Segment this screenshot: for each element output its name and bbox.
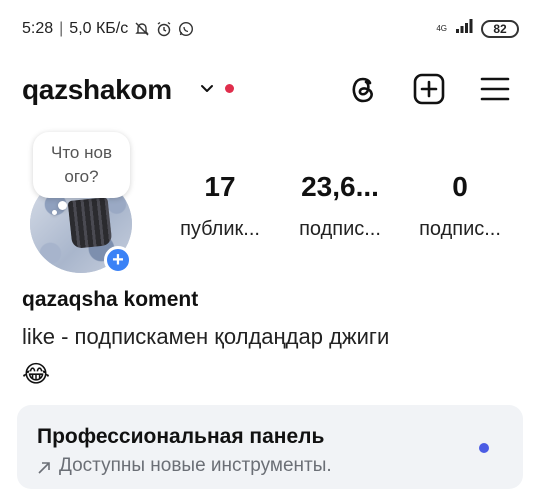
profile-header: qazshakom xyxy=(0,66,539,114)
stat-followers[interactable]: 23,6... подпис... xyxy=(280,168,400,258)
username[interactable]: qazshakom xyxy=(22,74,172,106)
stat-followers-number: 23,6... xyxy=(301,171,379,202)
add-story-button[interactable]: + xyxy=(104,246,132,274)
new-indicator-dot xyxy=(479,443,489,453)
status-bar: 5:28 | 5,0 КБ/с 4G 82 xyxy=(0,0,539,56)
professional-dashboard-card[interactable]: Профессиональная панель Доступны новые и… xyxy=(17,405,523,489)
chevron-down-icon[interactable] xyxy=(198,79,216,97)
status-left: 5:28 | 5,0 КБ/с xyxy=(22,20,194,38)
note-bubble[interactable]: Что нов ого? xyxy=(33,132,130,198)
note-bubble-tail xyxy=(58,201,67,210)
status-time: 5:28 xyxy=(22,20,54,37)
display-name: qazaqsha koment xyxy=(22,288,199,311)
profile-stats: 17 публик... 23,6... подпис... 0 подпис.… xyxy=(160,168,530,258)
pro-dashboard-subtitle-text: Доступны новые инструменты. xyxy=(59,455,332,476)
stat-posts[interactable]: 17 публик... xyxy=(160,168,280,258)
stat-posts-number: 17 xyxy=(204,171,236,202)
threads-icon[interactable] xyxy=(346,72,380,106)
pro-dashboard-title: Профессиональная панель xyxy=(37,425,325,448)
whatsapp-icon xyxy=(178,21,194,37)
pro-dashboard-subtitle: Доступны новые инструменты. xyxy=(37,455,332,477)
stat-posts-label: публик... xyxy=(180,218,260,240)
stat-following-number: 0 xyxy=(452,171,468,202)
battery-icon: 82 xyxy=(481,19,519,38)
status-separator: | xyxy=(59,20,64,37)
menu-icon[interactable] xyxy=(478,72,512,106)
stat-followers-label: подпис... xyxy=(299,218,381,240)
network-type: 4G xyxy=(436,23,447,33)
laughing-emoji-icon: 😂 xyxy=(22,361,51,388)
notification-dot xyxy=(225,84,234,93)
create-plus-icon[interactable] xyxy=(412,72,446,106)
bell-muted-icon xyxy=(134,21,150,37)
alarm-icon xyxy=(156,21,172,37)
stat-following-label: подпис... xyxy=(419,218,501,240)
trend-arrow-icon xyxy=(37,459,51,474)
signal-icon xyxy=(455,19,473,38)
status-right: 4G 82 xyxy=(436,19,519,38)
note-bubble-tail-small xyxy=(52,210,57,215)
avatar-subject xyxy=(67,197,113,249)
bio-text: like - подпискамен қолдаңдар джиги xyxy=(22,324,390,349)
network-speed: 5,0 КБ/с xyxy=(69,20,129,37)
stat-following[interactable]: 0 подпис... xyxy=(400,168,520,258)
